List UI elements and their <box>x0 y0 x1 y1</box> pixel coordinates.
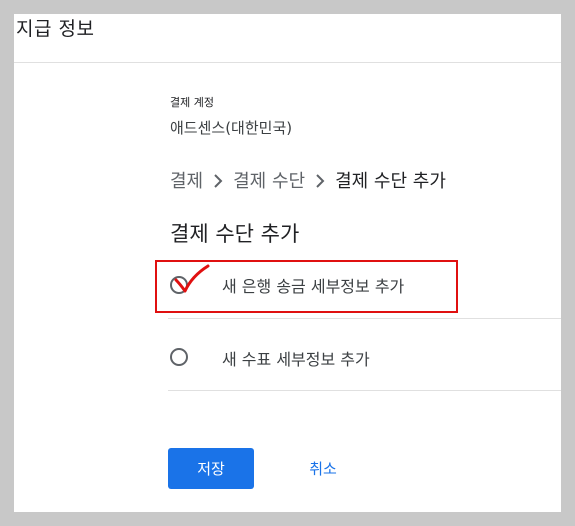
chevron-right-icon <box>203 170 233 191</box>
breadcrumb-payment-methods[interactable]: 결제 수단 <box>233 167 305 193</box>
option-label: 새 은행 송금 세부정보 추가 <box>222 277 405 296</box>
radio-button[interactable] <box>170 348 188 366</box>
billing-account-name: 애드센스(대한민국) <box>170 119 293 137</box>
option-bank-transfer[interactable]: 새 은행 송금 세부정보 추가 <box>168 248 561 319</box>
radio-button[interactable] <box>170 276 188 294</box>
option-check[interactable]: 새 수표 세부정보 추가 <box>168 320 561 391</box>
cancel-button[interactable]: 취소 <box>296 448 350 489</box>
section-title: 결제 수단 추가 <box>170 222 300 246</box>
breadcrumb: 결제 결제 수단 결제 수단 추가 <box>170 167 446 193</box>
breadcrumb-add-payment-method: 결제 수단 추가 <box>335 171 446 192</box>
payment-info-panel: 지급 정보 결제 계정 애드센스(대한민국) 결제 결제 수단 결제 수단 추가… <box>14 14 561 512</box>
option-label: 새 수표 세부정보 추가 <box>222 350 370 369</box>
breadcrumb-payments[interactable]: 결제 <box>170 167 203 193</box>
billing-account-label: 결제 계정 <box>170 96 214 109</box>
chevron-right-icon <box>305 170 335 191</box>
page-header: 지급 정보 <box>14 14 561 63</box>
page-title: 지급 정보 <box>16 18 95 40</box>
save-button[interactable]: 저장 <box>168 448 254 489</box>
